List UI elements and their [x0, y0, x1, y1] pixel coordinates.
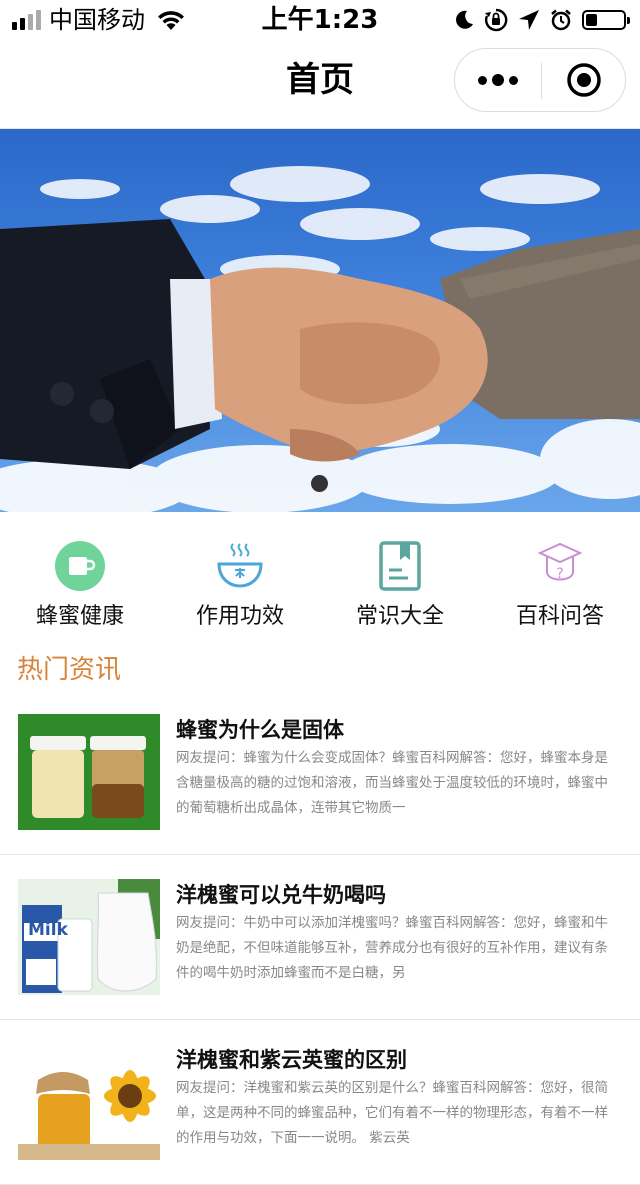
- navigation-bar: 首页: [0, 40, 640, 129]
- milk-carton-label: Milk: [28, 920, 68, 940]
- more-dot-icon: [509, 75, 518, 85]
- close-button[interactable]: [542, 49, 626, 111]
- book-icon: [379, 541, 421, 591]
- svg-text:?: ?: [556, 566, 563, 582]
- honey-sunflower-image: [18, 1044, 160, 1160]
- article-summary: 网友提问：牛奶中可以添加洋槐蜜吗？蜂蜜百科网解答：您好，蜂蜜和牛奶是绝配，不但味…: [176, 915, 608, 981]
- mini-program-capsule: [454, 48, 626, 112]
- thumbnail: Milk: [18, 879, 160, 995]
- honey-jars-image: [18, 714, 160, 830]
- category-label: 常识大全: [355, 604, 444, 629]
- status-bar: 中国移动 上午1:23: [0, 0, 640, 40]
- battery-icon: [582, 10, 630, 30]
- category-label: 蜂蜜健康: [35, 604, 124, 629]
- more-button[interactable]: [455, 49, 541, 111]
- thumbnail: [18, 1044, 160, 1160]
- category-knowledge[interactable]: 常识大全: [320, 540, 480, 640]
- orientation-lock-icon: [485, 8, 508, 32]
- location-icon: [519, 10, 539, 30]
- carousel-indicator-dot[interactable]: [311, 475, 328, 492]
- list-item[interactable]: Milk 洋槐蜜可以兑牛奶喝吗 网友提问：牛奶中可以添加洋槐蜜吗？蜂蜜百科网解答…: [0, 855, 640, 1020]
- alarm-icon: [551, 9, 571, 31]
- category-qa[interactable]: ? 百科问答: [480, 540, 640, 640]
- article-title: 蜂蜜为什么是固体: [176, 718, 344, 742]
- section-title: 热门资讯: [17, 655, 122, 685]
- article-list: 蜂蜜为什么是固体 网友提问：蜂蜜为什么会变成固体？蜂蜜百科网解答：您好，蜂蜜本身…: [0, 690, 640, 1185]
- more-dot-icon: [478, 75, 487, 85]
- cup-icon: [55, 541, 105, 591]
- status-bar-right: [454, 8, 630, 32]
- target-close-icon: [567, 63, 601, 97]
- category-label: 百科问答: [515, 604, 604, 629]
- category-honey-health[interactable]: 蜂蜜健康: [0, 540, 160, 640]
- handshake-image: [0, 166, 640, 512]
- bowl-icon: [217, 543, 263, 588]
- thumbnail: [18, 714, 160, 830]
- category-effects[interactable]: 作用功效: [160, 540, 320, 640]
- moon-icon: [456, 10, 473, 29]
- list-item[interactable]: 洋槐蜜和紫云英蜜的区别 网友提问：洋槐蜜和紫云英的区别是什么？蜂蜜百科网解答：您…: [0, 1020, 640, 1185]
- article-title: 洋槐蜜和紫云英蜜的区别: [176, 1048, 407, 1072]
- category-grid: 蜂蜜健康 作用功效 常识大全 ? 百科问答: [0, 540, 640, 640]
- list-item[interactable]: 蜂蜜为什么是固体 网友提问：蜂蜜为什么会变成固体？蜂蜜百科网解答：您好，蜂蜜本身…: [0, 690, 640, 855]
- more-dot-icon: [492, 74, 504, 86]
- article-title: 洋槐蜜可以兑牛奶喝吗: [176, 883, 386, 907]
- article-summary: 网友提问：洋槐蜜和紫云英的区别是什么？蜂蜜百科网解答：您好，很简单，这是两种不同…: [176, 1080, 608, 1146]
- graduation-cap-icon: ?: [538, 542, 582, 582]
- category-label: 作用功效: [195, 604, 284, 629]
- banner-carousel[interactable]: [0, 129, 640, 512]
- article-summary: 网友提问：蜂蜜为什么会变成固体？蜂蜜百科网解答：您好，蜂蜜本身是含糖量极高的糖的…: [176, 750, 608, 816]
